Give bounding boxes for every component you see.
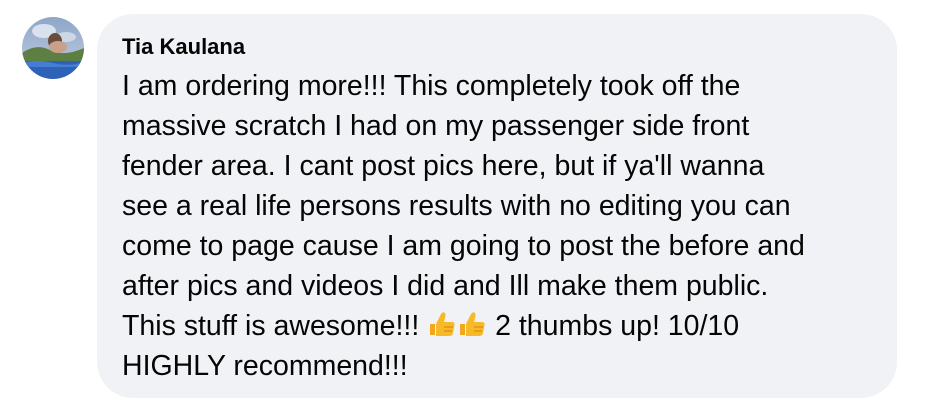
comment-line: I am ordering more!!! This completely to…: [122, 70, 741, 102]
comment-line-end: 2 thumbs up! 10/10: [495, 310, 740, 342]
thumbs-up-icon: [457, 309, 487, 339]
comment-author[interactable]: Tia Kaulana: [122, 34, 245, 60]
comment-line: This stuff is awesome!!! 2 thumbs up! 10…: [122, 306, 882, 346]
comment-line: massive scratch I had on my passenger si…: [122, 110, 750, 142]
comment-line: see a real life persons results with no …: [122, 190, 791, 222]
comment-line: after pics and videos I did and Ill make…: [122, 270, 769, 302]
avatar[interactable]: [22, 17, 84, 79]
comment-line: come to page cause I am going to post th…: [122, 230, 805, 262]
thumbs-up-icon: [427, 309, 457, 339]
comment-text: I am ordering more!!! This completely to…: [122, 66, 882, 386]
comment-line-start: This stuff is awesome!!!: [122, 310, 420, 342]
comment-line: HIGHLY recommend!!!: [122, 350, 408, 382]
avatar-image: [22, 17, 84, 79]
comment-line: fender area. I cant post pics here, but …: [122, 150, 765, 182]
comment: Tia Kaulana I am ordering more!!! This c…: [0, 0, 940, 406]
comment-bubble: Tia Kaulana I am ordering more!!! This c…: [97, 14, 897, 398]
